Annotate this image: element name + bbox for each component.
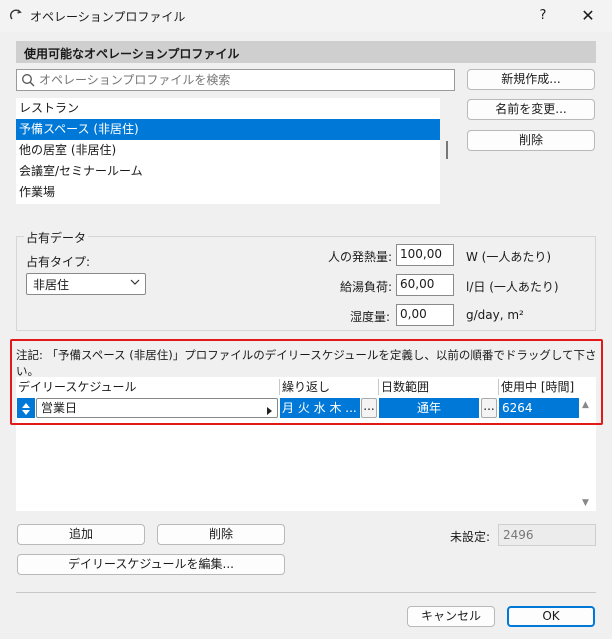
water-unit: l/日 (一人あたり): [466, 280, 559, 294]
unset-value-field: 2496: [498, 524, 596, 546]
list-item-restaurant[interactable]: レストラン: [16, 98, 440, 119]
ok-button[interactable]: OK: [507, 606, 595, 627]
chevron-down-icon: [129, 276, 141, 291]
unset-label: 未設定:: [450, 530, 491, 544]
heat-unit: W (一人あたり): [466, 250, 552, 264]
highlight-box: [10, 339, 603, 425]
search-box[interactable]: [16, 69, 455, 91]
water-input[interactable]: 60,00: [396, 274, 454, 296]
help-button[interactable]: ?: [525, 5, 561, 27]
scroll-down-icon[interactable]: ▼: [582, 498, 589, 508]
heat-input[interactable]: 100,00: [396, 244, 454, 266]
search-input[interactable]: [39, 70, 449, 90]
humidity-unit: g/day, m²: [466, 308, 524, 322]
profile-list-scrollbar[interactable]: [446, 141, 448, 159]
list-item-other-room[interactable]: 他の居室 (非居住): [16, 140, 440, 161]
window-title: オペレーションプロファイル: [30, 10, 186, 24]
delete-schedule-button[interactable]: 削除: [157, 524, 285, 545]
search-icon: [21, 73, 35, 87]
occupancy-type-label: 占有タイプ:: [26, 255, 91, 269]
rename-profile-button[interactable]: 名前を変更...: [467, 99, 595, 120]
occupancy-group-label: 占有データ: [24, 229, 89, 246]
occupancy-type-value: 非居住: [33, 278, 70, 292]
app-icon: [9, 9, 22, 21]
profile-list[interactable]: レストラン 予備スペース (非居住) 他の居室 (非居住) 会議室/セミナールー…: [16, 98, 440, 204]
occupancy-type-select[interactable]: 非居住: [26, 273, 146, 295]
profiles-heading: 使用可能なオペレーションプロファイル: [16, 41, 596, 63]
list-item-meeting-room[interactable]: 会議室/セミナールーム: [16, 161, 440, 182]
humidity-label: 湿度量:: [350, 310, 391, 324]
add-button[interactable]: 追加: [17, 524, 145, 545]
humidity-input[interactable]: 0,00: [396, 304, 454, 326]
list-item-spare-space[interactable]: 予備スペース (非居住): [16, 119, 440, 140]
heat-label: 人の発熱量:: [328, 250, 393, 264]
edit-daily-schedule-button[interactable]: デイリースケジュールを編集...: [17, 554, 285, 575]
water-label: 給湯負荷:: [340, 280, 393, 294]
list-item-workshop[interactable]: 作業場: [16, 182, 440, 203]
delete-profile-button[interactable]: 削除: [467, 130, 595, 151]
footer-divider: [16, 592, 596, 593]
new-profile-button[interactable]: 新規作成...: [467, 69, 595, 90]
close-button[interactable]: ✕: [570, 5, 606, 27]
cancel-button[interactable]: キャンセル: [407, 606, 495, 627]
